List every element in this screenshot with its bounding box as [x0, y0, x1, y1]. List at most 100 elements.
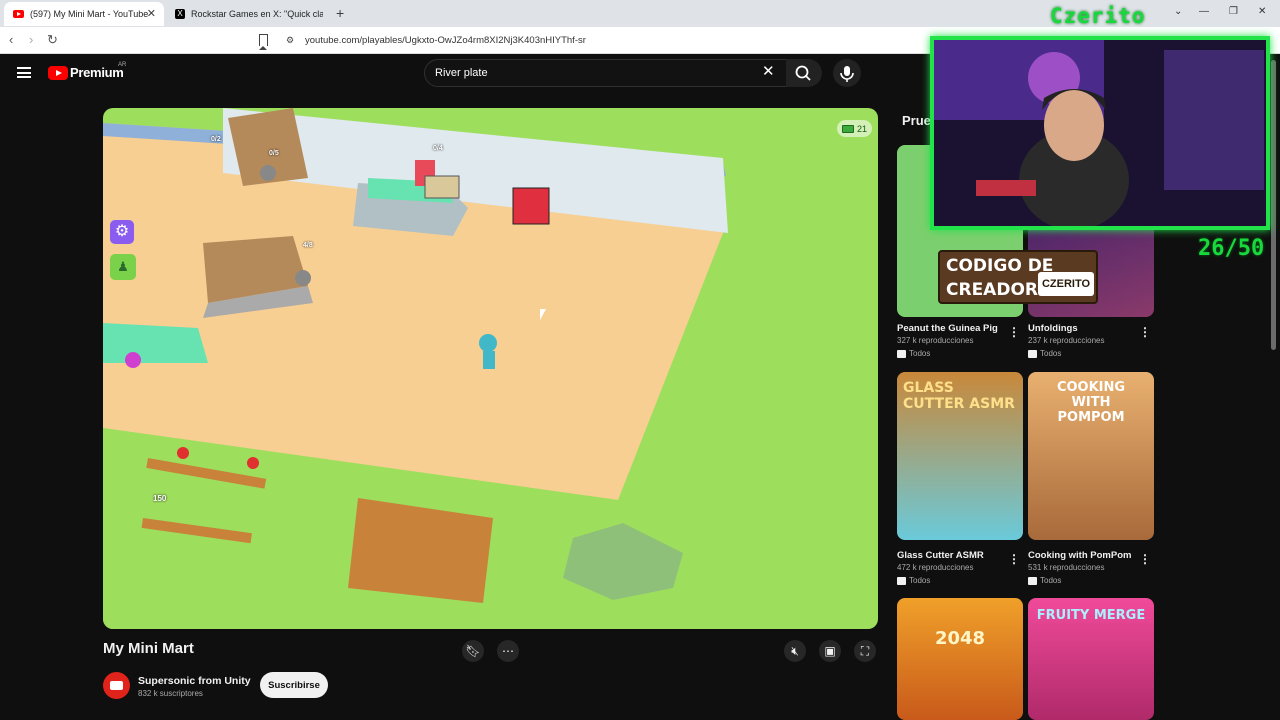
- restore-icon[interactable]: ❐: [1229, 6, 1238, 17]
- webcam-feed: [934, 40, 1266, 226]
- save-bookmark-icon[interactable]: 🔖︎: [462, 640, 484, 662]
- card-rating: Todos: [1028, 349, 1061, 358]
- stock-counter: 0/4: [433, 145, 443, 152]
- stock-counter: 4/8: [303, 242, 313, 249]
- browser-tab-x[interactable]: X Rockstar Games en X: "Quick clarifica: [166, 2, 332, 26]
- webcam-overlay: [930, 36, 1270, 230]
- game-canvas[interactable]: 21 0/4 4/8 0/2 0/5 ⚙ ♟ 150: [103, 108, 878, 629]
- more-options-icon[interactable]: ⋯: [497, 640, 519, 662]
- miniplayer-icon[interactable]: ▣: [819, 640, 841, 662]
- stock-counter: 0/2: [211, 136, 221, 143]
- youtube-logo-icon[interactable]: [48, 66, 68, 80]
- card-rating: Todos: [897, 576, 930, 585]
- tab-title: Rockstar Games en X: "Quick clarifica: [191, 9, 323, 19]
- search-icon: [795, 65, 811, 81]
- card-title[interactable]: Peanut the Guinea Pig: [897, 323, 998, 334]
- card-tag-label: Todos: [909, 349, 931, 358]
- register-box: [424, 175, 460, 199]
- minimize-icon[interactable]: —: [1199, 6, 1209, 17]
- rating-icon: [897, 349, 906, 358]
- playable-card-pompom[interactable]: COOKING WITH POMPOM: [1028, 372, 1154, 540]
- card-more-icon[interactable]: ⋮: [1008, 552, 1020, 566]
- microphone-icon: [840, 66, 854, 82]
- card-views: 327 k reproducciones: [897, 336, 974, 345]
- voice-search-button[interactable]: [833, 59, 861, 87]
- fullscreen-icon[interactable]: ⛶: [854, 640, 876, 662]
- channel-name[interactable]: Supersonic from Unity: [138, 675, 251, 687]
- youtube-icon: [13, 10, 24, 18]
- tomato-plant: [247, 457, 259, 469]
- url-field[interactable]: youtube.com/playables/Ugkxto-OwJZo4rm8XI…: [280, 31, 940, 50]
- card-tag-label: Todos: [1040, 349, 1062, 358]
- customer-npc: [295, 270, 311, 286]
- back-icon[interactable]: ‹: [9, 32, 13, 47]
- card-art: 2048: [934, 628, 986, 649]
- card-title[interactable]: Glass Cutter ASMR: [897, 550, 984, 561]
- subscribe-button[interactable]: Suscribirse: [260, 672, 328, 698]
- playable-title: My Mini Mart: [103, 640, 194, 657]
- bookmark-icon[interactable]: [259, 34, 268, 50]
- search-value: River plate: [435, 67, 488, 79]
- card-title[interactable]: Unfoldings: [1028, 323, 1078, 334]
- card-art: GLASS CUTTER ASMR: [903, 380, 1015, 412]
- card-art: FRUITY MERGE: [1036, 608, 1146, 623]
- customer-npc: [260, 165, 276, 181]
- url-text: youtube.com/playables/Ugkxto-OwJZo4rm8XI…: [305, 35, 586, 46]
- tab-list-icon[interactable]: ⌄: [1174, 6, 1182, 17]
- left-counter: [103, 323, 208, 363]
- logo-text[interactable]: Premium: [70, 65, 124, 80]
- card-more-icon[interactable]: ⋮: [1139, 552, 1151, 566]
- settings-gear-icon[interactable]: ⚙: [110, 220, 134, 244]
- card-more-icon[interactable]: ⋮: [1139, 325, 1151, 339]
- hire-staff-icon[interactable]: ♟: [110, 254, 136, 280]
- rating-icon: [1028, 349, 1037, 358]
- money-counter: 21: [837, 120, 873, 137]
- page-scrollbar[interactable]: [1271, 60, 1276, 350]
- unlock-price: 150: [153, 494, 167, 503]
- cash-icon: [842, 124, 854, 133]
- card-tag-label: Todos: [1040, 576, 1062, 585]
- card-rating: Todos: [897, 349, 930, 358]
- subscriber-count: 832 k suscriptores: [138, 689, 203, 698]
- creator-code-name: CZERITO: [1038, 272, 1094, 296]
- player-character: [479, 334, 497, 352]
- streamer-name: Czerito: [1050, 4, 1146, 28]
- card-views: 472 k reproducciones: [897, 563, 974, 572]
- game-scene[interactable]: [103, 108, 878, 629]
- tab-title: (597) My Mini Mart - YouTube: [30, 9, 149, 19]
- money-value: 21: [857, 123, 868, 134]
- close-icon[interactable]: ✕: [147, 7, 156, 20]
- mouse-cursor-icon: [540, 309, 546, 320]
- playable-card-2048[interactable]: 2048: [897, 598, 1023, 720]
- search-button[interactable]: [786, 59, 822, 87]
- mute-icon[interactable]: 🔇︎: [784, 640, 806, 662]
- reload-icon[interactable]: ↻: [47, 32, 58, 48]
- tomato-plant: [177, 447, 189, 459]
- region-code: AR: [118, 62, 127, 68]
- player-body: [483, 351, 495, 369]
- menu-icon[interactable]: [17, 67, 31, 78]
- x-icon: X: [175, 9, 185, 19]
- customer-npc: [125, 352, 141, 368]
- card-views: 531 k reproducciones: [1028, 563, 1105, 572]
- stock-counter: 0/5: [269, 150, 279, 157]
- trash-bin: [512, 187, 550, 225]
- card-tag-label: Todos: [909, 576, 931, 585]
- playable-card-glass-cutter[interactable]: GLASS CUTTER ASMR: [897, 372, 1023, 540]
- card-title[interactable]: Cooking with PomPom: [1028, 550, 1131, 561]
- card-views: 237 k reproducciones: [1028, 336, 1105, 345]
- progress-counter: 26/50: [1198, 236, 1265, 261]
- card-more-icon[interactable]: ⋮: [1008, 325, 1020, 339]
- card-rating: Todos: [1028, 576, 1061, 585]
- search-input[interactable]: River plate: [424, 59, 792, 87]
- card-art: COOKING WITH POMPOM: [1056, 380, 1126, 425]
- forward-icon[interactable]: ›: [29, 32, 33, 47]
- channel-avatar[interactable]: [103, 672, 130, 699]
- rating-icon: [897, 576, 906, 585]
- new-tab-icon[interactable]: +: [336, 5, 344, 21]
- browser-tab-youtube[interactable]: (597) My Mini Mart - YouTube ✕: [4, 2, 164, 26]
- window-close-icon[interactable]: ✕: [1258, 6, 1266, 17]
- clear-search-icon[interactable]: ✕: [762, 64, 775, 79]
- playable-card-fruity-merge[interactable]: FRUITY MERGE: [1028, 598, 1154, 720]
- rating-icon: [1028, 576, 1037, 585]
